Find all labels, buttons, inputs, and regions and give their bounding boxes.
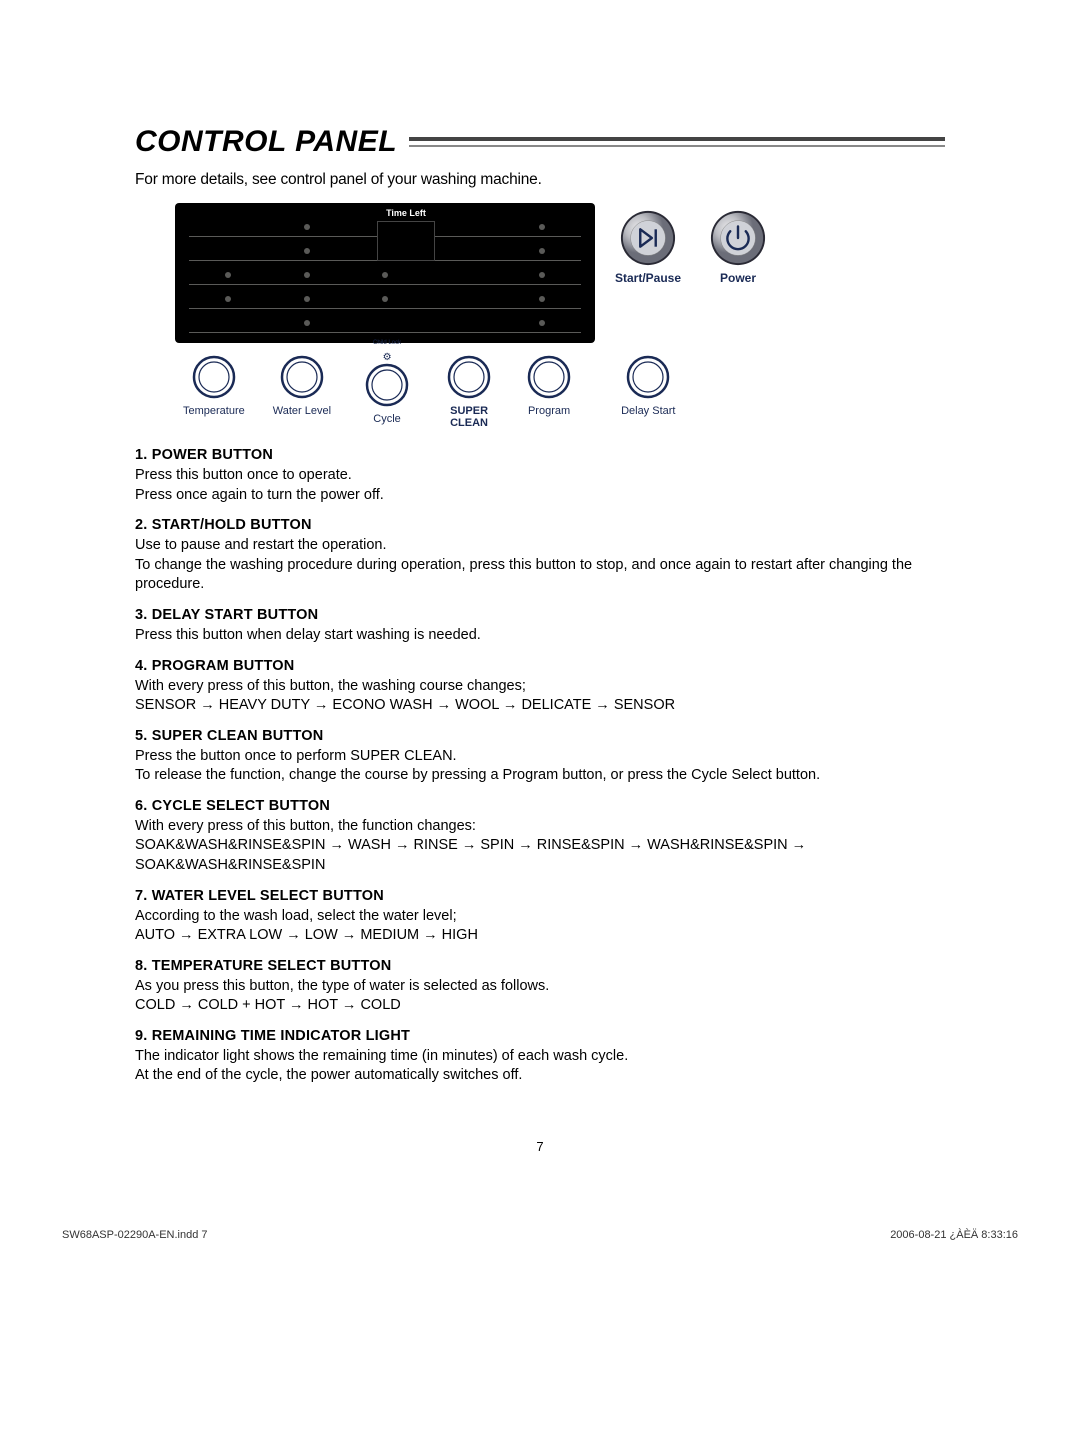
super-clean-label: SUPERCLEAN [450,405,488,429]
power-button[interactable]: Power [709,209,767,285]
lcd-display-panel: Time Left [175,203,595,343]
section-super-clean-button: 5. SUPER CLEAN BUTTON Press the button o… [135,728,945,786]
section-body: As you press this button, the type of wa… [135,977,945,1016]
indicator-dot [225,272,231,278]
indicator-dot [382,272,388,278]
section-heading: 5. SUPER CLEAN BUTTON [135,728,945,744]
page-title-row: CONTROL PANEL [135,125,945,159]
start-pause-label: Start/Pause [615,271,681,285]
indicator-dot [539,248,545,254]
child-lock-label: Child Lock [373,339,401,346]
section-temperature-select-button: 8. TEMPERATURE SELECT BUTTON As you pres… [135,958,945,1016]
section-body: With every press of this button, the fun… [135,817,945,876]
knob-icon [527,355,571,399]
indicator-dot [304,248,310,254]
section-water-level-select-button: 7. WATER LEVEL SELECT BUTTON According t… [135,888,945,946]
intro-text: For more details, see control panel of y… [135,171,945,189]
section-power-button: 1. POWER BUTTON Press this button once t… [135,447,945,505]
section-body: According to the wash load, select the w… [135,907,945,946]
start-pause-button[interactable]: Start/Pause [615,209,681,285]
section-heading: 7. WATER LEVEL SELECT BUTTON [135,888,945,904]
section-heading: 2. START/HOLD BUTTON [135,517,945,533]
section-heading: 9. REMAINING TIME INDICATOR LIGHT [135,1028,945,1044]
control-panel-diagram: Time Left [175,203,805,429]
program-label: Program [528,405,570,417]
indicator-dot [304,272,310,278]
section-start-hold-button: 2. START/HOLD BUTTON Use to pause and re… [135,517,945,595]
play-pause-icon [619,209,677,267]
knob-icon [447,355,491,399]
section-delay-start-button: 3. DELAY START BUTTON Press this button … [135,607,945,646]
section-heading: 6. CYCLE SELECT BUTTON [135,798,945,814]
knob-icon [365,363,409,407]
footer: SW68ASP-02290A-EN.indd 7 2006-08-21 ¿ÀÈÄ… [62,1229,1018,1241]
indicator-dot [539,320,545,326]
section-heading: 1. POWER BUTTON [135,447,945,463]
temperature-button[interactable]: Temperature [183,355,245,417]
section-body: The indicator light shows the remaining … [135,1047,945,1086]
time-display-window [377,221,435,261]
indicator-dot [382,296,388,302]
time-left-label: Time Left [383,208,429,218]
page-title: CONTROL PANEL [135,125,397,159]
super-clean-button[interactable]: SUPERCLEAN [447,355,491,429]
knob-icon [626,355,670,399]
child-lock-icon: ⚙ [383,353,392,363]
temperature-label: Temperature [183,405,245,417]
indicator-dot [304,224,310,230]
cycle-button[interactable]: Child Lock ⚙ Cycle [365,355,409,425]
section-heading: 4. PROGRAM BUTTON [135,658,945,674]
section-body: Press this button once to operate.Press … [135,466,945,505]
power-label: Power [720,271,756,285]
indicator-dot [539,224,545,230]
indicator-dot [225,296,231,302]
section-remaining-time-indicator: 9. REMAINING TIME INDICATOR LIGHT The in… [135,1028,945,1086]
indicator-dot [304,296,310,302]
section-body: Use to pause and restart the operation.T… [135,536,945,595]
indicator-dot [539,296,545,302]
program-button[interactable]: Program [527,355,571,417]
page-number: 7 [0,1139,1080,1154]
section-cycle-select-button: 6. CYCLE SELECT BUTTON With every press … [135,798,945,876]
delay-start-label: Delay Start [621,405,675,417]
water-level-label: Water Level [273,405,331,417]
indicator-dot [539,272,545,278]
indicator-dot [304,320,310,326]
cycle-label: Cycle [373,413,401,425]
title-decoration [409,137,945,147]
section-body: Press the button once to perform SUPER C… [135,747,945,786]
water-level-button[interactable]: Water Level [273,355,331,417]
knob-icon [280,355,324,399]
section-heading: 8. TEMPERATURE SELECT BUTTON [135,958,945,974]
sections-list: 1. POWER BUTTON Press this button once t… [135,447,945,1086]
section-heading: 3. DELAY START BUTTON [135,607,945,623]
section-program-button: 4. PROGRAM BUTTON With every press of th… [135,658,945,716]
footer-left: SW68ASP-02290A-EN.indd 7 [62,1229,208,1241]
knob-icon [192,355,236,399]
section-body: Press this button when delay start washi… [135,626,945,646]
section-body: With every press of this button, the was… [135,677,945,716]
footer-right: 2006-08-21 ¿ÀÈÄ 8:33:16 [890,1229,1018,1241]
power-icon [709,209,767,267]
delay-start-button[interactable]: Delay Start [621,355,675,417]
